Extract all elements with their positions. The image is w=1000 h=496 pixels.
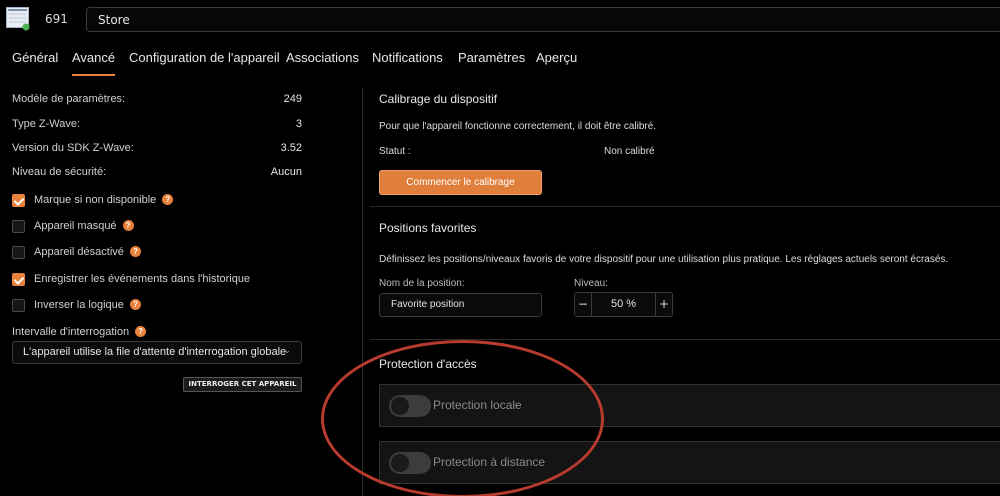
help-icon[interactable]: ? xyxy=(162,194,174,205)
info-value: 3.52 xyxy=(280,142,302,154)
polling-interval-select[interactable]: L'appareil utilise la file d'attente d'i… xyxy=(12,341,302,364)
tab-advanced[interactable]: Avancé xyxy=(72,50,116,76)
calibration-description: Pour que l'appareil fonctionne correctem… xyxy=(379,121,657,132)
level-value-input[interactable]: 50 % xyxy=(593,293,654,316)
info-row-sdk-version: Version du SDK Z-Wave: 3.52 xyxy=(12,142,302,154)
favorites-title: Positions favorites xyxy=(379,221,477,235)
device-name-input[interactable]: Store xyxy=(86,7,1000,32)
checkbox-label: Inverser la logique xyxy=(34,299,124,311)
access-protection-title: Protection d'accès xyxy=(379,357,477,371)
info-label: Niveau de sécurité: xyxy=(12,166,107,178)
checkbox-box[interactable] xyxy=(12,273,25,286)
tab-device-configuration[interactable]: Configuration de l'appareil xyxy=(129,50,280,65)
remote-protection-toggle[interactable] xyxy=(389,452,431,474)
start-calibration-button[interactable]: Commencer le calibrage xyxy=(379,170,542,195)
checkbox-box[interactable] xyxy=(12,299,25,312)
calibration-title: Calibrage du dispositif xyxy=(379,92,498,106)
info-label: Version du SDK Z-Wave: xyxy=(12,142,134,154)
info-row-parameter-template: Modèle de paramètres: 249 xyxy=(12,93,302,105)
tab-parameters[interactable]: Paramètres xyxy=(458,50,525,65)
calibration-status-label: Statut : xyxy=(379,146,411,157)
toggle-knob xyxy=(391,397,409,415)
info-value: 249 xyxy=(283,93,302,105)
tab-bar: Général Avancé Configuration de l'appare… xyxy=(0,47,1000,79)
increment-button[interactable]: + xyxy=(655,293,672,316)
help-icon[interactable]: ? xyxy=(122,220,134,231)
chevron-down-icon: ⌄ xyxy=(283,345,291,355)
info-label: Modèle de paramètres: xyxy=(12,93,126,105)
checkbox-label: Marque si non disponible xyxy=(34,194,157,206)
local-protection-toggle[interactable] xyxy=(389,395,431,417)
local-protection-row: Protection locale xyxy=(379,384,1000,427)
calibration-status-value: Non calibré xyxy=(604,146,655,157)
window-blind-icon xyxy=(6,7,31,31)
checkbox-box[interactable] xyxy=(12,220,25,233)
tab-associations[interactable]: Associations xyxy=(286,50,359,65)
device-id: 691 xyxy=(45,12,68,26)
top-bar: 691 Store xyxy=(0,0,1000,40)
polling-selected-value: L'appareil utilise la file d'attente d'i… xyxy=(23,346,287,358)
section-divider xyxy=(370,206,1000,207)
info-row-zwave-type: Type Z-Wave: 3 xyxy=(12,118,302,130)
remote-protection-row: Protection à distance xyxy=(379,441,1000,484)
toggle-knob xyxy=(391,454,409,472)
checkbox-label: Appareil masqué xyxy=(34,220,117,232)
info-value: Aucun xyxy=(270,166,302,178)
vertical-divider xyxy=(362,88,363,496)
checkbox-label: Enregistrer les événements dans l'histor… xyxy=(34,273,251,285)
level-label: Niveau: xyxy=(574,278,608,289)
level-stepper: − 50 % + xyxy=(574,292,673,317)
checkbox-box[interactable] xyxy=(12,246,25,259)
interrogate-device-button[interactable]: INTERROGER CET APPAREIL xyxy=(183,377,302,392)
tab-general[interactable]: Général xyxy=(12,50,58,65)
position-name-label: Nom de la position: xyxy=(379,278,465,289)
checkbox-box[interactable] xyxy=(12,194,25,207)
local-protection-label: Protection locale xyxy=(433,398,522,412)
info-label: Type Z-Wave: xyxy=(12,118,81,130)
checkbox-label: Appareil désactivé xyxy=(34,246,124,258)
tab-preview[interactable]: Aperçu xyxy=(536,50,577,65)
decrement-button[interactable]: − xyxy=(575,293,592,316)
section-divider xyxy=(370,339,1000,340)
info-value: 3 xyxy=(295,118,302,130)
remote-protection-label: Protection à distance xyxy=(433,455,546,469)
polling-interval-label: Intervalle d'interrogation? xyxy=(12,326,147,338)
help-icon[interactable]: ? xyxy=(129,246,141,257)
help-icon[interactable]: ? xyxy=(129,299,141,310)
help-icon[interactable]: ? xyxy=(135,326,147,337)
position-name-input[interactable]: Favorite position xyxy=(379,293,542,317)
tab-notifications[interactable]: Notifications xyxy=(372,50,443,65)
favorites-description: Définissez les positions/niveaux favoris… xyxy=(379,254,949,265)
info-row-security-level: Niveau de sécurité: Aucun xyxy=(12,166,302,178)
